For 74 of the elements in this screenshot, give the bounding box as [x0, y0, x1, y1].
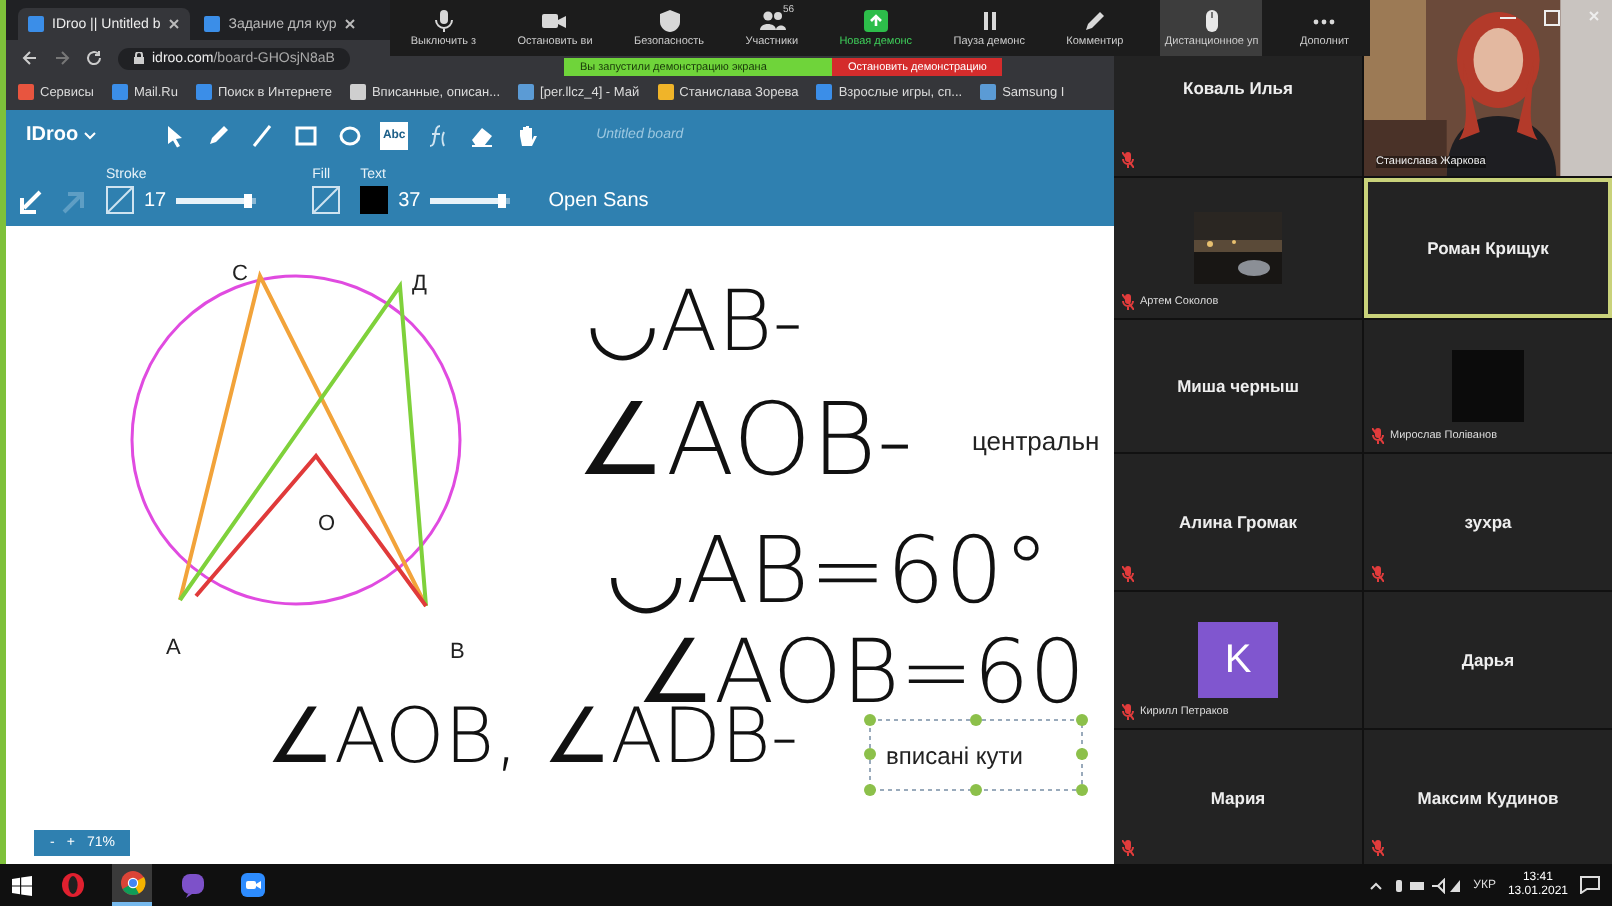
stroke-size: 17 — [144, 189, 167, 211]
font-name[interactable]: Open Sans — [548, 189, 649, 211]
participant-name: Мария — [1210, 787, 1266, 807]
tray-icons-drawing[interactable] — [1393, 877, 1462, 893]
close-icon[interactable] — [344, 18, 357, 30]
participant-name: Миша черныш — [1177, 376, 1299, 396]
bookmark-icon — [816, 84, 833, 101]
chrome-icon — [119, 870, 145, 896]
back-icon[interactable] — [22, 50, 38, 66]
point-label: Д — [412, 272, 427, 296]
line-icon — [250, 123, 275, 148]
participant-name: зухра — [1464, 512, 1512, 532]
participant-name: Коваль Илья — [1183, 78, 1293, 98]
handwritten-note: ◡AB=60° — [606, 516, 1050, 624]
board-text: центральн — [972, 426, 1100, 456]
ring-icon — [59, 872, 85, 898]
pointer-icon — [162, 123, 187, 148]
formula-icon — [426, 123, 451, 148]
tool-button[interactable] — [204, 121, 233, 150]
eraser-icon — [470, 123, 495, 148]
hand-icon — [514, 123, 539, 148]
share-icon — [861, 9, 890, 31]
avatar: K — [1198, 622, 1278, 698]
video-camera-icon — [239, 872, 265, 898]
app-logo[interactable]: IDroo — [26, 124, 97, 147]
undo-icon[interactable] — [18, 190, 42, 214]
reload-icon[interactable] — [86, 50, 102, 66]
close-icon[interactable] — [168, 18, 181, 30]
bookmark-icon — [980, 84, 997, 101]
slider-thumb[interactable] — [498, 193, 507, 207]
participant-name: Роман Крищук — [1427, 238, 1549, 258]
bookmark-icon — [18, 84, 34, 101]
taskbar-app[interactable] — [112, 864, 152, 906]
people-icon — [757, 9, 786, 31]
point-label: B — [450, 640, 465, 664]
video-frame — [1452, 350, 1524, 422]
color-swatch[interactable] — [360, 186, 389, 214]
bookmark-icon — [349, 84, 366, 101]
chevron-icon — [84, 131, 97, 140]
microphone-icon — [429, 9, 458, 31]
bookmark-icon — [195, 84, 212, 101]
no-color-swatch[interactable] — [106, 186, 134, 214]
lock-icon — [134, 52, 144, 64]
ellipse-icon — [338, 123, 363, 148]
tool-button[interactable] — [292, 121, 321, 150]
bookmark-icon — [111, 84, 128, 101]
participant-name: Дарья — [1461, 650, 1515, 670]
bookmark-icon — [657, 84, 674, 101]
no-color-swatch[interactable] — [312, 186, 341, 214]
participant-name: Максим Кудинов — [1417, 787, 1559, 807]
maximize-icon[interactable] — [1544, 10, 1560, 26]
tool-button[interactable] — [248, 121, 277, 150]
tool-button[interactable] — [336, 121, 365, 150]
point-label: A — [166, 636, 181, 660]
board-text: вписані кути — [886, 742, 1023, 770]
camera-icon — [540, 9, 569, 31]
pencil-icon — [1080, 9, 1109, 31]
forward-icon[interactable] — [54, 50, 70, 66]
bookmark-icon — [518, 84, 535, 101]
pen-icon — [206, 123, 231, 148]
chat-bubble-icon — [179, 872, 205, 898]
text-size: 37 — [398, 189, 421, 211]
handwritten-note: ◡AB- — [586, 272, 803, 370]
notification-icon[interactable] — [1580, 876, 1600, 894]
start-icon[interactable] — [12, 875, 32, 895]
selection-frame[interactable] — [864, 714, 1088, 796]
shield-icon — [655, 9, 683, 31]
point-label: O — [318, 512, 336, 536]
rectangle-icon — [294, 123, 319, 148]
participant-name: Алина Громак — [1179, 512, 1297, 532]
point-label: C — [232, 262, 248, 286]
handwritten-note: ∠AOB- — [576, 382, 913, 498]
caret-icon[interactable] — [1369, 881, 1382, 889]
slider-thumb[interactable] — [244, 193, 253, 207]
